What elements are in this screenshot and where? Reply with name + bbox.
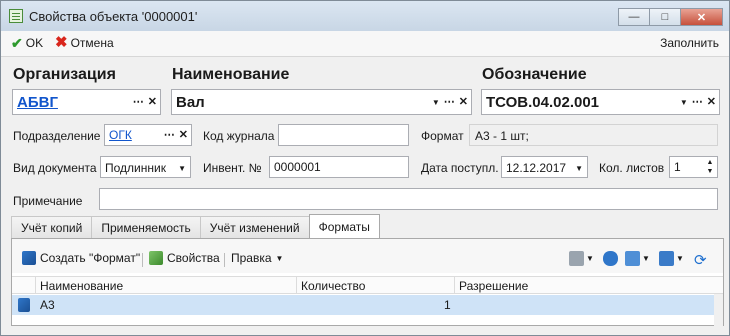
view-icon — [659, 251, 674, 266]
doc-type-label: Вид документа — [13, 161, 97, 175]
properties-window: Свойства объекта '0000001' — □ ✕ ✔ OK ✖ … — [0, 0, 730, 336]
format-icon — [22, 251, 36, 265]
sheets-label: Кол. листов — [599, 161, 665, 175]
division-field[interactable]: ОГК ⋯ ✕ — [104, 124, 192, 146]
table-row[interactable]: А3 1 — [12, 295, 723, 315]
print-icon — [569, 251, 584, 266]
inv-number-input[interactable]: 0000001 — [269, 156, 409, 178]
name-value[interactable]: Вал — [176, 94, 205, 111]
name-label: Наименование — [172, 66, 290, 83]
cancel-icon: ✖ — [55, 34, 68, 51]
designation-field[interactable]: ТСОВ.04.02.001 ▼ ⋯ ✕ — [481, 89, 720, 115]
tab-copies[interactable]: Учёт копий — [11, 216, 93, 238]
date-value: 12.12.2017 — [506, 161, 567, 175]
cell-name: А3 — [40, 298, 55, 312]
designation-value[interactable]: ТСОВ.04.02.001 — [486, 94, 599, 111]
refresh-icon: ⟳ — [694, 252, 707, 269]
document-icon — [9, 9, 23, 23]
doc-type-value: Подлинник — [105, 161, 166, 175]
dropdown-arrow-icon[interactable]: ▼ — [178, 164, 186, 173]
clear-icon[interactable]: ✕ — [459, 95, 468, 108]
select-dots-icon[interactable]: ⋯ — [133, 95, 144, 108]
refresh-button[interactable]: ⟳ — [694, 251, 707, 269]
date-label: Дата поступл. — [421, 161, 499, 175]
vertical-scrollbar[interactable] — [714, 294, 723, 326]
edit-icon — [149, 251, 163, 265]
format-label: Формат — [421, 129, 464, 143]
organization-value[interactable]: АБВГ — [17, 94, 58, 111]
window-title: Свойства объекта '0000001' — [29, 9, 198, 24]
format-readonly-field: А3 - 1 шт; — [469, 124, 718, 146]
date-picker[interactable]: 12.12.2017 ▼ — [501, 156, 588, 178]
doc-type-select[interactable]: Подлинник ▼ — [100, 156, 191, 178]
dropdown-arrow-icon[interactable]: ▼ — [575, 164, 583, 173]
close-button[interactable]: ✕ — [680, 8, 723, 26]
name-field[interactable]: Вал ▼ ⋯ ✕ — [171, 89, 472, 115]
cancel-label: Отмена — [70, 36, 114, 50]
view-button[interactable]: ▼ — [659, 251, 684, 266]
sheets-stepper[interactable]: 1 ▲ ▼ — [669, 156, 718, 178]
format-value: А3 - 1 шт; — [475, 129, 529, 143]
create-format-button[interactable]: Создать "Формат" — [22, 251, 140, 265]
col-quantity[interactable]: Количество — [301, 279, 365, 293]
note-input[interactable] — [99, 188, 718, 210]
select-dots-icon[interactable]: ⋯ — [164, 128, 175, 141]
organization-field[interactable]: АБВГ ⋯ ✕ — [12, 89, 161, 115]
check-icon: ✔ — [11, 35, 23, 51]
journal-code-label: Код журнала — [203, 129, 275, 143]
tab-usage[interactable]: Применяемость — [91, 216, 201, 238]
main-toolbar: ✔ OK ✖ Отмена Заполнить — [1, 31, 729, 57]
panel-toolbar: Создать "Формат" Свойства Правка ▼ ▼ ▼ ▼… — [12, 239, 723, 273]
dropdown-arrow-icon[interactable]: ▼ — [680, 98, 688, 108]
division-value[interactable]: ОГК — [109, 128, 132, 142]
designation-label: Обозначение — [482, 66, 587, 83]
sheets-value: 1 — [674, 160, 681, 174]
format-icon — [18, 298, 30, 312]
user-button[interactable] — [603, 251, 618, 266]
organization-label: Организация — [13, 66, 116, 83]
table-header: Наименование Количество Разрешение — [12, 276, 723, 294]
settings-icon — [625, 251, 640, 266]
division-label: Подразделение — [13, 129, 101, 143]
clear-icon[interactable]: ✕ — [179, 128, 188, 141]
minimize-button[interactable]: — — [618, 8, 649, 26]
formats-panel: Создать "Формат" Свойства Правка ▼ ▼ ▼ ▼… — [11, 238, 724, 326]
maximize-button[interactable]: □ — [649, 8, 680, 26]
inv-number-label: Инвент. № — [203, 161, 262, 175]
cell-quantity: 1 — [444, 298, 451, 312]
properties-button[interactable]: Свойства — [149, 251, 220, 265]
ok-label: OK — [25, 36, 44, 50]
tab-changes[interactable]: Учёт изменений — [199, 216, 310, 238]
clear-icon[interactable]: ✕ — [148, 95, 157, 108]
edit-menu-button[interactable]: Правка ▼ — [231, 251, 283, 265]
dropdown-arrow-icon[interactable]: ▼ — [432, 98, 440, 108]
inv-number-value: 0000001 — [274, 160, 321, 174]
col-resolution[interactable]: Разрешение — [459, 279, 528, 293]
ok-button[interactable]: ✔ OK — [11, 36, 43, 50]
note-label: Примечание — [13, 194, 83, 208]
tab-strip: Учёт копий Применяемость Учёт изменений … — [11, 214, 380, 238]
spin-arrows-icon[interactable]: ▲ ▼ — [704, 158, 716, 176]
print-button[interactable]: ▼ — [569, 251, 594, 266]
fill-button[interactable]: Заполнить — [660, 36, 719, 50]
col-name[interactable]: Наименование — [40, 279, 123, 293]
settings-button[interactable]: ▼ — [625, 251, 650, 266]
cancel-button[interactable]: ✖ Отмена — [55, 34, 114, 51]
user-icon — [603, 251, 618, 266]
select-dots-icon[interactable]: ⋯ — [444, 95, 455, 108]
clear-icon[interactable]: ✕ — [707, 95, 716, 108]
title-bar[interactable]: Свойства объекта '0000001' — □ ✕ — [1, 1, 729, 31]
tab-formats[interactable]: Форматы — [308, 214, 380, 238]
journal-code-input[interactable] — [278, 124, 409, 146]
select-dots-icon[interactable]: ⋯ — [692, 95, 703, 108]
